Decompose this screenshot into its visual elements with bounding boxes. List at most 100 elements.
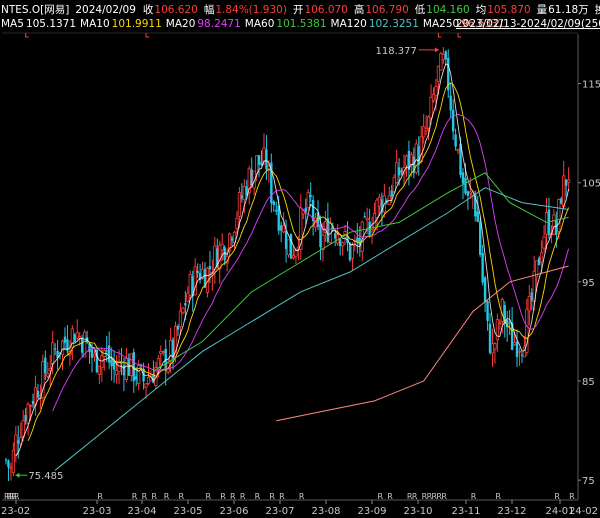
rights-mark: R bbox=[569, 492, 575, 501]
low-value: 104.160 bbox=[426, 4, 469, 16]
candle-body-up bbox=[392, 177, 396, 193]
candle-body-up bbox=[321, 234, 325, 250]
candle-body-up bbox=[161, 351, 165, 353]
candle-body-up bbox=[375, 199, 379, 218]
event-marker bbox=[457, 33, 462, 38]
candle-body-down bbox=[122, 365, 126, 376]
candle-body-down bbox=[63, 336, 67, 343]
rights-mark: R bbox=[471, 492, 477, 501]
rights-mark: R bbox=[14, 492, 20, 501]
low-label: 低 bbox=[415, 3, 426, 16]
candle-body-up bbox=[426, 116, 431, 129]
candle-body-up bbox=[156, 358, 160, 368]
candle-body-up bbox=[237, 192, 242, 217]
y-tick-label-105: 105 bbox=[582, 179, 600, 190]
candle-body-down bbox=[483, 277, 487, 303]
candle-body-down bbox=[530, 292, 533, 301]
x-tick-label-23-02: 23-02 bbox=[1, 506, 30, 517]
candle-body-up bbox=[436, 65, 441, 82]
candle-body-up bbox=[282, 225, 286, 233]
candle-body-up bbox=[262, 147, 266, 162]
avg-value: 105.870 bbox=[487, 4, 530, 16]
y-tick-label-75: 75 bbox=[582, 476, 595, 487]
change-label: 幅 bbox=[204, 3, 215, 16]
candle-body-down bbox=[334, 233, 337, 239]
candle-body-down bbox=[4, 459, 8, 461]
x-tick-label-23-08: 23-08 bbox=[311, 506, 340, 517]
candle-body-up bbox=[404, 155, 409, 166]
x-tick-label-23-04: 23-04 bbox=[127, 506, 156, 517]
candle-body-down bbox=[338, 238, 342, 246]
high-annotation: 118.377 bbox=[376, 46, 417, 57]
candle-body-up bbox=[255, 155, 259, 174]
candle-body-down bbox=[348, 243, 352, 261]
candle-body-down bbox=[363, 216, 366, 218]
high-value: 106.790 bbox=[365, 4, 408, 16]
candle-body-down bbox=[208, 266, 212, 270]
candle-body-down bbox=[275, 209, 278, 212]
candle-body-up bbox=[306, 192, 310, 209]
candle-body-up bbox=[97, 365, 101, 375]
rights-mark: R bbox=[269, 492, 275, 501]
rights-mark: R bbox=[412, 492, 418, 501]
candle-body-up bbox=[512, 342, 517, 346]
rights-mark: R bbox=[164, 492, 170, 501]
candle-body-down bbox=[454, 134, 457, 147]
candle-body-down bbox=[444, 51, 447, 60]
candle-body-down bbox=[105, 350, 108, 352]
open-label: 开 bbox=[293, 4, 304, 16]
rights-mark: R bbox=[230, 492, 236, 501]
ma-value-ma5: 105.1371 bbox=[26, 18, 76, 30]
candle-body-up bbox=[557, 199, 561, 232]
candle-body-up bbox=[429, 96, 433, 119]
candle-body-up bbox=[377, 196, 382, 207]
ma-label-ma5: MA5 bbox=[1, 18, 24, 30]
candle-body-up bbox=[439, 53, 443, 71]
candle-body-down bbox=[135, 376, 138, 380]
candle-body-down bbox=[44, 357, 47, 374]
y-tick-label-85: 85 bbox=[582, 377, 595, 388]
candle-body-down bbox=[461, 172, 465, 184]
candle-body-down bbox=[279, 225, 283, 231]
event-marker bbox=[437, 33, 442, 38]
ma10-line bbox=[27, 82, 570, 441]
candle-body-up bbox=[213, 245, 217, 271]
x-tick-label-24-02: 24-02 bbox=[569, 506, 598, 517]
candles bbox=[4, 47, 571, 482]
candle-body-up bbox=[28, 405, 33, 407]
ma-value-ma60: 101.5381 bbox=[276, 18, 326, 30]
event-marker bbox=[25, 33, 29, 38]
candle-body-up bbox=[517, 350, 522, 353]
rights-mark: R bbox=[554, 492, 560, 501]
candle-body-down bbox=[481, 252, 484, 283]
x-tick-label-23-12: 23-12 bbox=[497, 506, 526, 517]
candle-body-up bbox=[124, 358, 128, 380]
candle-body-down bbox=[230, 238, 234, 241]
candle-body-down bbox=[397, 167, 401, 176]
candle-body-up bbox=[544, 212, 549, 235]
candle-body-up bbox=[178, 310, 183, 328]
ma-label-ma250: MA250 bbox=[423, 18, 459, 30]
ma-label-ma120: MA120 bbox=[331, 18, 367, 30]
candle-body-down bbox=[478, 221, 482, 255]
x-tick-label-23-05: 23-05 bbox=[173, 506, 202, 517]
candle-body-up bbox=[567, 179, 571, 183]
candlestick-chart[interactable]: NTES.O[网易] 2024/02/09 收 106.620 幅 1.84%(1.930… bbox=[0, 0, 600, 518]
candle-body-up bbox=[456, 148, 460, 152]
candle-body-up bbox=[291, 255, 296, 259]
candle-body-down bbox=[555, 220, 558, 235]
candle-body-up bbox=[46, 373, 50, 377]
candle-body-down bbox=[390, 190, 393, 197]
turnover-label: 换 bbox=[595, 3, 600, 16]
candle-body-down bbox=[7, 460, 10, 468]
candle-body-down bbox=[240, 195, 244, 199]
close-value: 106.620 bbox=[154, 4, 197, 16]
candle-body-down bbox=[464, 177, 467, 194]
candle-body-down bbox=[36, 390, 40, 398]
close-label: 收 bbox=[143, 3, 154, 16]
candle-body-up bbox=[365, 217, 369, 221]
candle-body-down bbox=[476, 211, 479, 222]
rights-mark: R bbox=[220, 492, 226, 501]
candle-body-up bbox=[146, 377, 151, 384]
candle-body-down bbox=[400, 170, 403, 173]
